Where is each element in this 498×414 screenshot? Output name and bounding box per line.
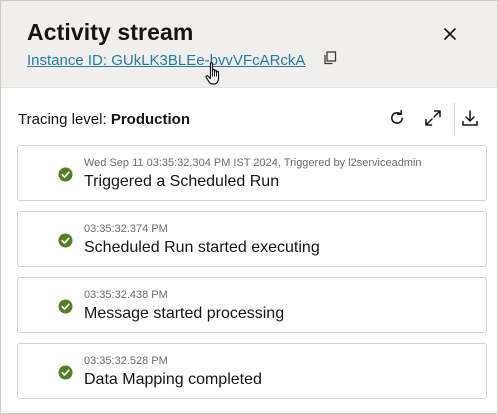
expand-button[interactable] (420, 107, 446, 133)
activity-toolbar: Tracing level: Production (1, 101, 497, 139)
download-icon (461, 109, 479, 132)
expand-icon (424, 109, 442, 132)
event-message: Message started processing (84, 305, 285, 322)
activity-event: Wed Sep 11 03:35:32.304 PM IST 2024, Tri… (17, 145, 487, 201)
tracing-level: Tracing level: Production (18, 111, 190, 128)
event-timestamp: Wed Sep 11 03:35:32.304 PM IST 2024, Tri… (84, 157, 422, 169)
success-check-icon (58, 365, 73, 380)
close-icon (443, 27, 457, 46)
success-check-icon (58, 299, 73, 314)
panel-header: Activity stream Instance ID: GUkLK3BLEe-… (1, 1, 497, 88)
event-message: Triggered a Scheduled Run (84, 173, 280, 190)
success-check-icon (58, 233, 73, 248)
tracing-level-value: Production (110, 111, 190, 128)
refresh-icon (388, 109, 406, 132)
activity-event: 03:35:32.528 PM Data Mapping completed (17, 343, 487, 399)
event-message: Data Mapping completed (84, 371, 262, 388)
toolbar-divider (454, 103, 455, 135)
event-timestamp: 03:35:32.528 PM (84, 355, 168, 367)
hand-pointer-cursor-icon (204, 61, 224, 87)
tracing-level-label: Tracing level: (18, 111, 107, 128)
success-check-icon (58, 167, 73, 182)
event-timestamp: 03:35:32.374 PM (84, 223, 168, 235)
copy-icon[interactable] (323, 51, 337, 65)
download-button[interactable] (457, 107, 483, 133)
activity-stream-panel: Activity stream Instance ID: GUkLK3BLEe-… (0, 0, 498, 414)
activity-event: 03:35:32.438 PM Message started processi… (17, 277, 487, 333)
activity-event: 03:35:32.374 PM Scheduled Run started ex… (17, 211, 487, 267)
close-button[interactable] (438, 24, 462, 48)
instance-id-link[interactable]: Instance ID: GUkLK3BLEe-bvvVFcARckA (27, 52, 305, 69)
refresh-button[interactable] (384, 107, 410, 133)
event-timestamp: 03:35:32.438 PM (84, 289, 168, 301)
event-message: Scheduled Run started executing (84, 239, 320, 256)
panel-title: Activity stream (27, 19, 194, 45)
